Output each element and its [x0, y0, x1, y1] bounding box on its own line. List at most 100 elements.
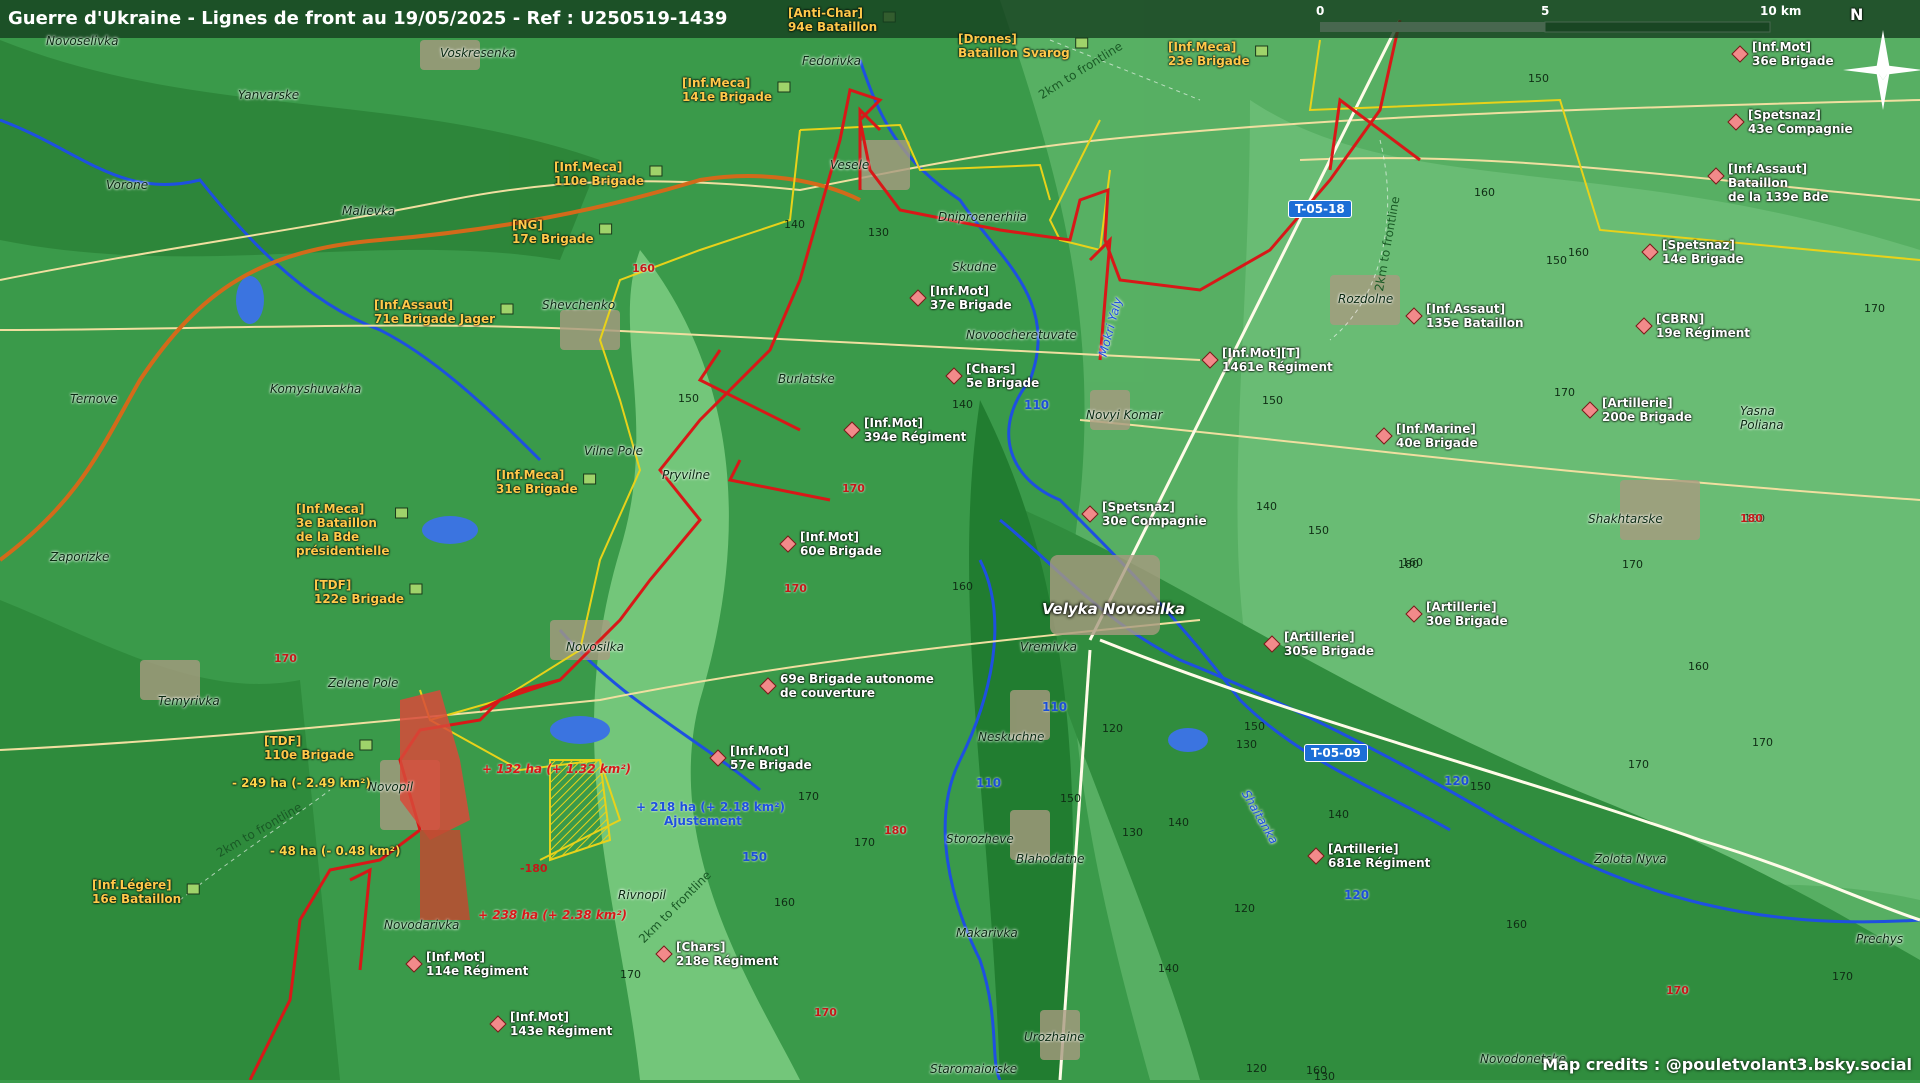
- ua-unit-symbol-icon: [599, 223, 613, 235]
- ru-unit-69e-brigade: 69e Brigade autonome de couverture: [780, 672, 934, 700]
- road-shield-t0518: T-05-18: [1288, 200, 1352, 218]
- place-novosilka: Novosilka: [566, 640, 624, 654]
- place-voskresenka: Voskresenka: [440, 46, 516, 60]
- ua-unit-symbol-icon: [649, 165, 663, 177]
- ru-unit-1461e-regiment: [Inf.Mot][T] 1461e Régiment: [1222, 346, 1333, 374]
- place-ternove: Ternove: [70, 392, 118, 406]
- place-novyi-komar: Novyi Komar: [1086, 408, 1163, 422]
- ru-unit-30e-compagnie: [Spetsnaz] 30e Compagnie: [1102, 500, 1207, 528]
- ru-unit-218e-regiment: [Chars] 218e Régiment: [676, 940, 779, 968]
- ua-unit-svarog: [Drones] Bataillon Svarog: [958, 32, 1070, 60]
- place-zelene-pole: Zelene Pole: [328, 676, 399, 690]
- ru-unit-394e-regiment: [Inf.Mot] 394e Régiment: [864, 416, 967, 444]
- elevation-label: 140: [784, 218, 805, 231]
- place-storozheve: Storozheve: [946, 832, 1014, 846]
- place-burlatske: Burlatske: [778, 372, 835, 386]
- elevation-label: 160: [1474, 186, 1495, 199]
- gain-annotation-2: + 238 ha (+ 2.38 km²): [478, 908, 628, 922]
- elevation-label: 170: [620, 968, 641, 981]
- place-vilne-pole: Vilne Pole: [584, 444, 643, 458]
- place-makarivka: Makarivka: [956, 926, 1018, 940]
- place-staromaiorske: Staromaiorske: [930, 1062, 1018, 1076]
- elevation-label: 130: [1122, 826, 1143, 839]
- ru-unit-14e-brigade: [Spetsnaz] 14e Brigade: [1662, 238, 1744, 266]
- road-number: 120: [1344, 888, 1370, 902]
- elevation-label: -180: [520, 862, 548, 875]
- elevation-label-red: 170: [1666, 984, 1689, 997]
- adjust-annotation-2: Ajustement: [664, 814, 742, 828]
- scale-label-0: 0: [1316, 4, 1325, 18]
- place-rivnopil: Rivnopil: [618, 888, 667, 902]
- loss-annotation-1: - 249 ha (- 2.49 km²): [232, 776, 371, 790]
- loss-annotation-2: - 48 ha (- 0.48 km²): [270, 844, 401, 858]
- elevation-label: 130: [1236, 738, 1257, 751]
- ua-unit-94e-bataillon: [Anti-Char] 94e Bataillon: [788, 6, 878, 34]
- elevation-label: 120: [1102, 722, 1123, 735]
- elevation-label-red: 170: [274, 652, 297, 665]
- elevation-label: 150: [1308, 524, 1329, 537]
- place-yasna-poliana: Yasna Poliana: [1740, 404, 1784, 432]
- ua-unit-symbol-icon: [409, 583, 423, 595]
- ru-unit-5e-brigade: [Chars] 5e Brigade: [966, 362, 1040, 390]
- ua-unit-symbol-icon: [359, 739, 373, 751]
- place-rozdolne: Rozdolne: [1338, 292, 1394, 306]
- road-number: 110: [1042, 700, 1068, 714]
- elevation-label-red: 180: [884, 824, 907, 837]
- north-label: N: [1850, 5, 1864, 24]
- place-yanvarske: Yanvarske: [238, 88, 300, 102]
- gain-annotation-1: + 132 ha (+ 1.32 km²): [482, 762, 632, 776]
- place-vremivka: Vremivka: [1020, 640, 1077, 654]
- elevation-label: 150: [1528, 72, 1549, 85]
- ru-unit-135e-bataillon: [Inf.Assaut] 135e Bataillon: [1426, 302, 1524, 330]
- scale-label-10: 10 km: [1760, 4, 1802, 18]
- elevation-label-red: 170: [842, 482, 865, 495]
- place-novoselivka: Novoselivka: [46, 34, 119, 48]
- place-blahodatne: Blahodatne: [1016, 852, 1085, 866]
- north-arrow-icon: [1843, 30, 1920, 110]
- elevation-label: 120: [1234, 902, 1255, 915]
- elevation-label: 150: [1244, 720, 1265, 733]
- ua-unit-16e-bataillon: [Inf.Légère] 16e Bataillon: [92, 878, 182, 906]
- place-vesele: Vesele: [830, 158, 870, 172]
- elevation-label: 140: [1158, 962, 1179, 975]
- road-number: 150: [742, 850, 768, 864]
- ru-unit-30e-brigade: [Artillerie] 30e Brigade: [1426, 600, 1508, 628]
- elevation-label: 160: [1306, 1064, 1327, 1077]
- ua-unit-symbol-icon: [1075, 37, 1089, 49]
- adjust-annotation-1: + 218 ha (+ 2.18 km²): [636, 800, 786, 814]
- ru-unit-37e-brigade: [Inf.Mot] 37e Brigade: [930, 284, 1012, 312]
- elevation-label: 150: [1470, 780, 1491, 793]
- elevation-label: 170: [1622, 558, 1643, 571]
- map-canvas[interactable]: [0, 0, 1920, 1080]
- ua-unit-23e-brigade: [Inf.Meca] 23e Brigade: [1168, 40, 1250, 68]
- elevation-label: 160: [1402, 556, 1423, 569]
- road-shield-t0509: T-05-09: [1304, 744, 1368, 762]
- ua-unit-110e-brigade: [Inf.Meca] 110e Brigade: [554, 160, 644, 188]
- ua-unit-17e-brigade: [NG] 17e Brigade: [512, 218, 594, 246]
- ua-unit-110e-tdf: [TDF] 110e Brigade: [264, 734, 354, 762]
- place-zolota-nyva: Zolota Nyva: [1594, 852, 1667, 866]
- elevation-label: 140: [1328, 808, 1349, 821]
- elevation-label: 170: [1752, 736, 1773, 749]
- ru-unit-36e-brigade: [Inf.Mot] 36e Brigade: [1752, 40, 1834, 68]
- ua-unit-symbol-icon: [500, 303, 514, 315]
- road-number: 120: [1444, 774, 1470, 788]
- elevation-label: 160: [952, 580, 973, 593]
- road-number: 110: [1024, 398, 1050, 412]
- elevation-label: 160: [1506, 918, 1527, 931]
- ua-unit-symbol-icon: [186, 883, 200, 895]
- elevation-label-red: 170: [814, 1006, 837, 1019]
- elevation-label-red: 170: [784, 582, 807, 595]
- elevation-label: 160: [1568, 246, 1589, 259]
- ua-unit-71e-brigade: [Inf.Assaut] 71e Brigade Jager: [374, 298, 495, 326]
- ru-unit-305e-brigade: [Artillerie] 305e Brigade: [1284, 630, 1374, 658]
- elevation-label: 160: [774, 896, 795, 909]
- elevation-label: 130: [868, 226, 889, 239]
- ru-unit-57e-brigade: [Inf.Mot] 57e Brigade: [730, 744, 812, 772]
- place-komyshuvakha: Komyshuvakha: [270, 382, 362, 396]
- elevation-label: 170: [1864, 302, 1885, 315]
- ua-unit-symbol-icon: [1255, 45, 1269, 57]
- elevation-label: 150: [678, 392, 699, 405]
- scale-label-5: 5: [1541, 4, 1550, 18]
- map-credits: Map credits : @pouletvolant3.bsky.social: [1542, 1055, 1912, 1074]
